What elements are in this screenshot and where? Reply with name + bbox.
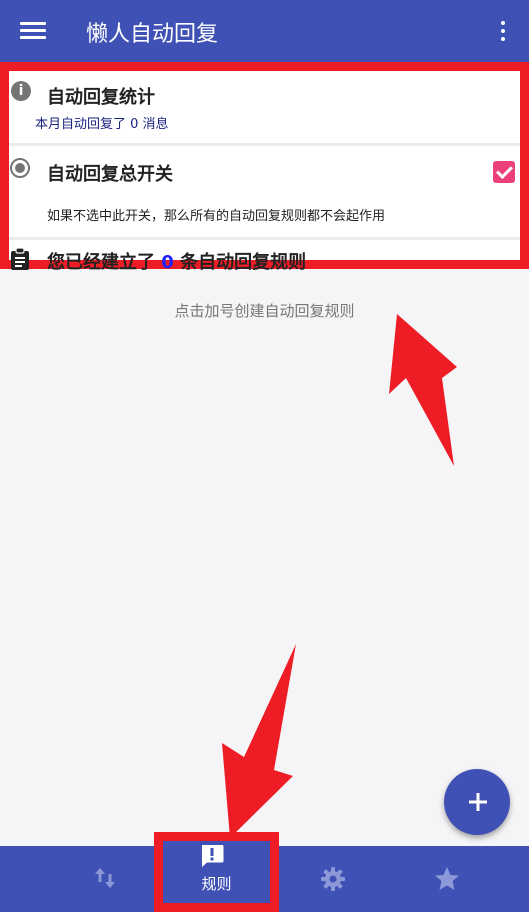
- nav-item-favorites[interactable]: [406, 846, 486, 912]
- rules-summary-card[interactable]: 您已经建立了 0 条自动回复规则: [9, 237, 520, 281]
- rules-count: 0: [161, 252, 174, 273]
- clipboard-icon: [11, 247, 29, 270]
- master-switch-title: 自动回复总开关: [47, 164, 173, 185]
- master-switch-card[interactable]: 自动回复总开关 如果不选中此开关，那么所有的自动回复规则都不会起作用: [9, 143, 520, 244]
- radio-icon: [10, 158, 30, 178]
- rules-prefix: 您已经建立了: [47, 252, 155, 273]
- master-switch-description: 如果不选中此开关，那么所有的自动回复规则都不会起作用: [47, 209, 386, 224]
- nav-item-swap[interactable]: [66, 846, 146, 912]
- rules-summary-text: 您已经建立了 0 条自动回复规则: [47, 248, 306, 274]
- more-vert-icon[interactable]: [494, 20, 512, 42]
- stats-title: 自动回复统计: [47, 87, 155, 108]
- app-title: 懒人自动回复: [86, 22, 219, 47]
- rules-alert-icon: [202, 845, 224, 867]
- arrow-up-annotation: [389, 314, 457, 466]
- stats-subtitle: 本月自动回复了 0 消息: [35, 117, 169, 132]
- highlighted-cards-area: i 自动回复统计 本月自动回复了 0 消息 自动回复总开关 如果不选中此开关，那…: [0, 62, 529, 273]
- stats-card[interactable]: i 自动回复统计 本月自动回复了 0 消息: [9, 71, 520, 141]
- rules-suffix: 条自动回复规则: [180, 252, 307, 273]
- hamburger-menu-icon[interactable]: [20, 22, 46, 40]
- star-icon: [435, 867, 459, 890]
- nav-item-settings[interactable]: [292, 846, 372, 912]
- empty-hint: 点击加号创建自动回复规则: [174, 302, 355, 320]
- info-icon: i: [11, 81, 31, 101]
- nav-item-rules[interactable]: 规则: [154, 832, 279, 912]
- nav-label-rules: 规则: [201, 875, 232, 893]
- arrow-down-annotation: [222, 644, 296, 838]
- bottom-navigation: 规则: [0, 832, 529, 912]
- add-rule-fab[interactable]: [444, 769, 510, 835]
- master-switch-checkbox[interactable]: [493, 161, 515, 183]
- app-bar: 懒人自动回复: [0, 0, 529, 62]
- gear-icon: [321, 867, 345, 891]
- plus-icon: [469, 793, 487, 811]
- swap-vert-icon: [95, 868, 115, 888]
